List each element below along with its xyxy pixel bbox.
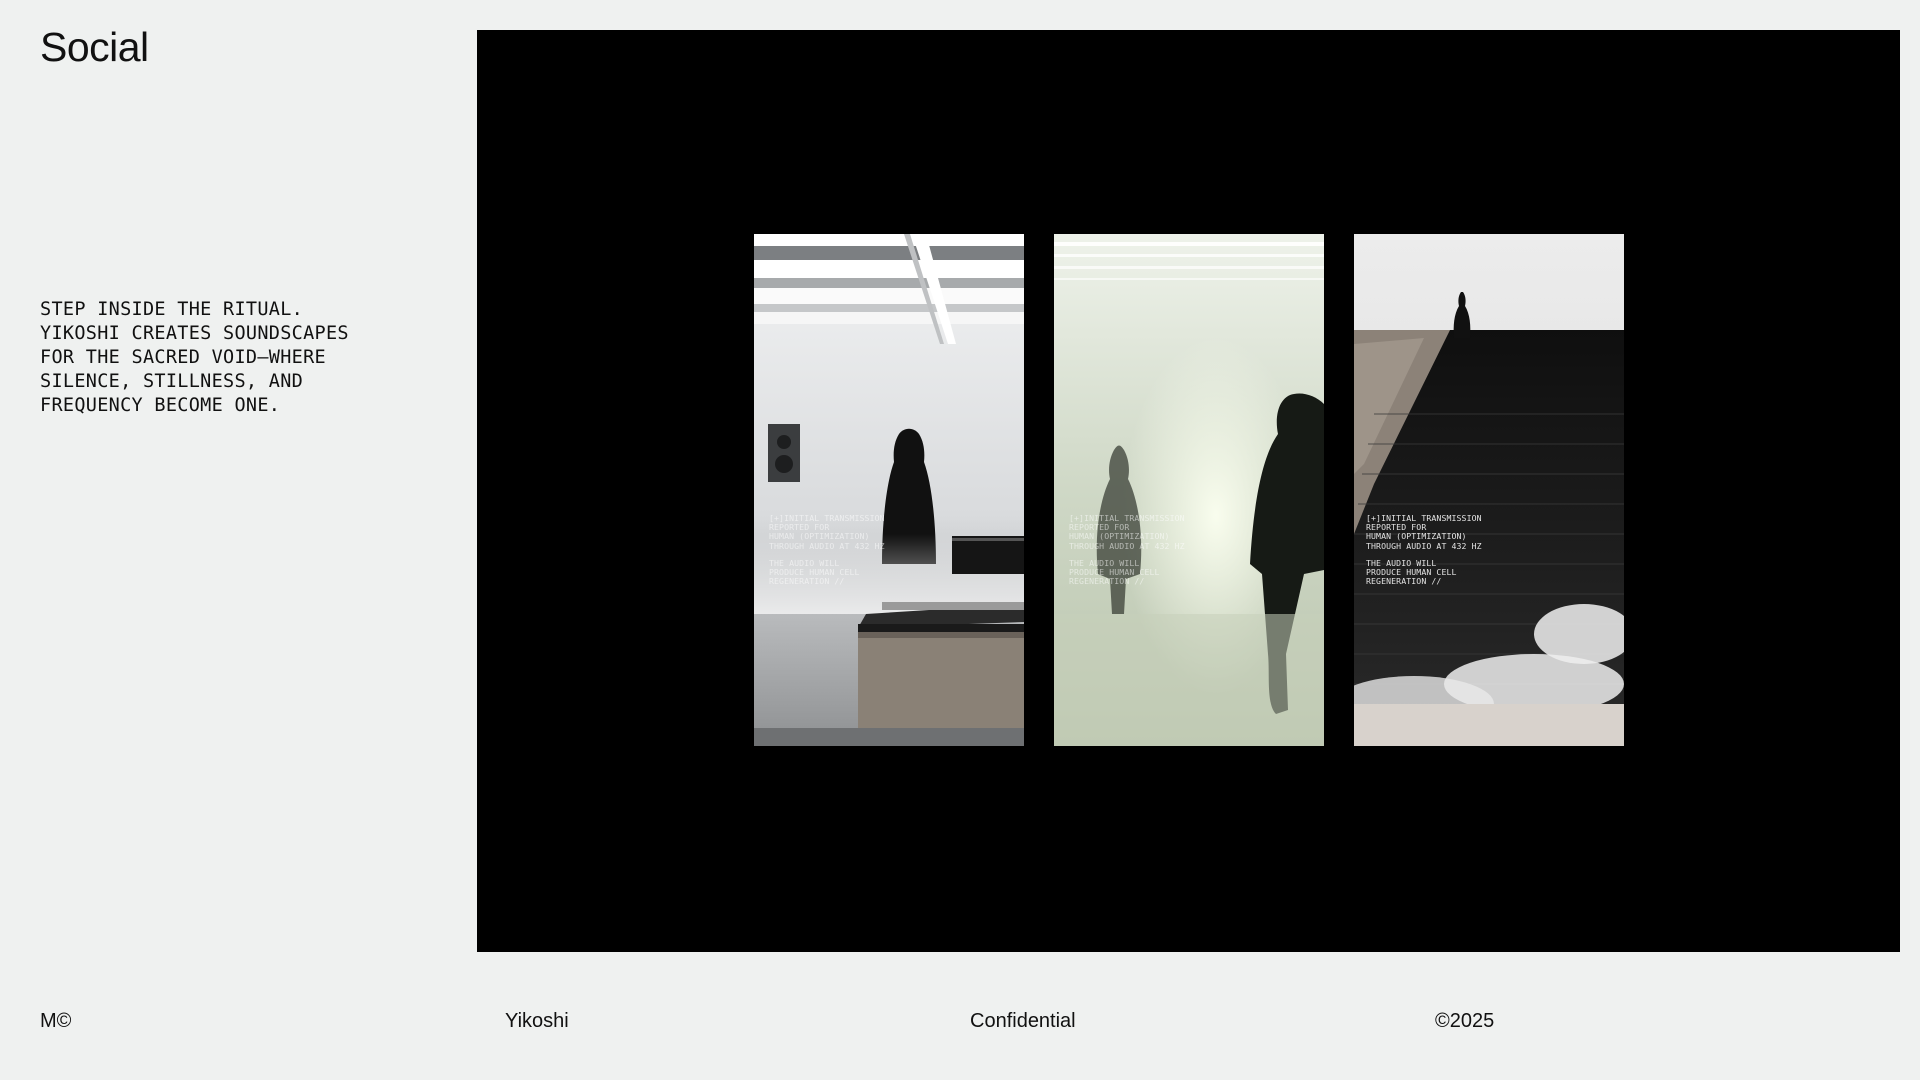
studio-scene-image <box>754 234 1024 746</box>
tagline-line: STEP INSIDE THE RITUAL. <box>40 299 304 320</box>
overlay-line: THROUGH AUDIO AT 432 HZ <box>769 540 885 551</box>
media-stage: [+]INITIAL TRANSMISSION REPORTED FOR HUM… <box>477 30 1900 952</box>
tagline-line: FOR THE SACRED VOID—WHERE <box>40 347 326 368</box>
overlay-line: REGENERATION // <box>1366 576 1442 587</box>
transmission-overlay: [+]INITIAL TRANSMISSION REPORTED FOR HUM… <box>769 513 885 587</box>
tagline: STEP INSIDE THE RITUAL. YIKOSHI CREATES … <box>40 298 420 418</box>
footer-mark: M© <box>40 1010 72 1032</box>
footer-brand: Yikoshi <box>505 1010 569 1032</box>
tagline-line: SILENCE, STILLNESS, AND <box>40 371 304 392</box>
footer-copyright: ©2025 <box>1435 1010 1495 1032</box>
tagline-line: YIKOSHI CREATES SOUNDSCAPES <box>40 323 349 344</box>
transmission-overlay: [+]INITIAL TRANSMISSION REPORTED FOR HUM… <box>1069 513 1185 587</box>
page-title: Social <box>40 24 149 70</box>
social-post-staircase[interactable]: [+]INITIAL TRANSMISSION REPORTED FOR HUM… <box>1354 234 1624 746</box>
corridor-scene-image <box>1054 234 1324 746</box>
overlay-line: REGENERATION // <box>769 576 845 587</box>
overlay-line: REGENERATION // <box>1069 576 1145 587</box>
social-post-corridor[interactable]: [+]INITIAL TRANSMISSION REPORTED FOR HUM… <box>1054 234 1324 746</box>
overlay-line: THROUGH AUDIO AT 432 HZ <box>1069 540 1185 551</box>
social-post-studio[interactable]: [+]INITIAL TRANSMISSION REPORTED FOR HUM… <box>754 234 1024 746</box>
transmission-overlay: [+]INITIAL TRANSMISSION REPORTED FOR HUM… <box>1366 513 1482 587</box>
tagline-line: FREQUENCY BECOME ONE. <box>40 395 281 416</box>
overlay-line: THROUGH AUDIO AT 432 HZ <box>1366 540 1482 551</box>
footer-confidential-label: Confidential <box>970 1010 1076 1032</box>
staircase-scene-image <box>1354 234 1624 746</box>
